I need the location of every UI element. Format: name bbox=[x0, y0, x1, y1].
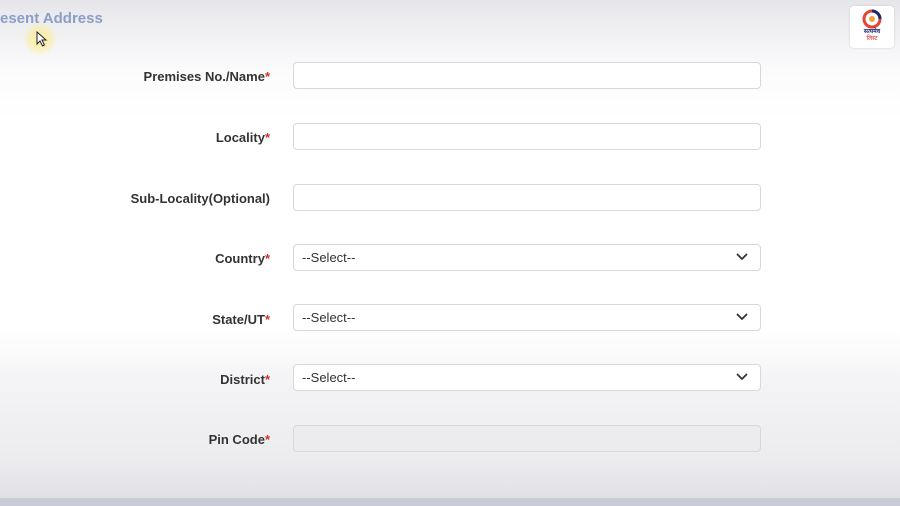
chevron-down-icon bbox=[736, 253, 748, 260]
chevron-down-icon bbox=[736, 313, 748, 320]
logo-subtext: लिस्ट bbox=[866, 36, 878, 42]
country-select-value: --Select-- bbox=[302, 250, 356, 265]
section-title: esent Address bbox=[0, 10, 103, 27]
state-select-value: --Select-- bbox=[302, 310, 356, 325]
pin-code-input[interactable] bbox=[293, 425, 761, 452]
locality-label: Locality* bbox=[216, 130, 270, 146]
state-select[interactable]: --Select-- bbox=[293, 304, 761, 331]
sub-locality-label: Sub-Locality(Optional) bbox=[131, 191, 270, 207]
state-label: State/UT* bbox=[212, 312, 270, 328]
required-mark: * bbox=[264, 251, 270, 266]
mouse-pointer-icon bbox=[36, 31, 48, 47]
premises-label-text: Premises No./Name bbox=[143, 69, 265, 84]
country-select[interactable]: --Select-- bbox=[293, 244, 761, 271]
required-mark: * bbox=[264, 372, 270, 387]
required-mark: * bbox=[264, 432, 270, 447]
sub-locality-label-text: Sub-Locality(Optional) bbox=[130, 191, 270, 206]
required-mark: * bbox=[264, 130, 270, 145]
district-label-text: District bbox=[220, 372, 265, 387]
sub-locality-input[interactable] bbox=[293, 184, 761, 211]
district-select[interactable]: --Select-- bbox=[293, 364, 761, 391]
district-label: District* bbox=[220, 372, 270, 388]
state-label-text: State/UT bbox=[212, 312, 265, 327]
required-mark: * bbox=[264, 69, 270, 84]
pin-code-label: Pin Code* bbox=[209, 432, 270, 448]
logo: सत्यमेव लिस्ट bbox=[850, 6, 894, 48]
country-label: Country* bbox=[215, 251, 270, 267]
premises-input[interactable] bbox=[293, 62, 761, 89]
locality-label-text: Locality bbox=[215, 130, 265, 145]
swirl-logo-icon bbox=[862, 9, 882, 29]
pin-code-label-text: Pin Code bbox=[208, 432, 265, 447]
premises-label: Premises No./Name* bbox=[144, 69, 270, 85]
country-label-text: Country bbox=[215, 251, 265, 266]
bottom-bar bbox=[0, 498, 900, 506]
required-mark: * bbox=[264, 312, 270, 327]
locality-input[interactable] bbox=[293, 123, 761, 150]
chevron-down-icon bbox=[736, 373, 748, 380]
district-select-value: --Select-- bbox=[302, 370, 356, 385]
logo-text: सत्यमेव bbox=[863, 29, 881, 35]
